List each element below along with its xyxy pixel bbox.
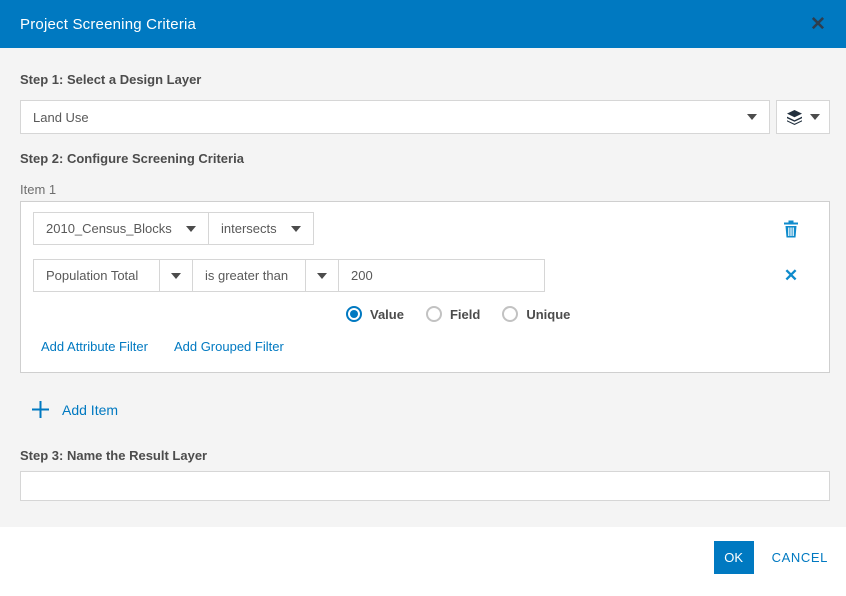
design-layer-select-value: Land Use [33, 109, 89, 125]
criteria-layer-select[interactable]: 2010_Census_Blocks [33, 212, 209, 245]
remove-filter-button[interactable]: ✕ [781, 266, 801, 286]
add-item-button[interactable]: Add Item [20, 400, 830, 419]
criteria-layer-select-value: 2010_Census_Blocks [46, 221, 172, 236]
value-type-radio-group: Value Field Unique [33, 306, 817, 322]
result-layer-name-input[interactable] [20, 471, 830, 501]
attribute-field-select-arrow[interactable] [159, 259, 193, 292]
project-screening-criteria-dialog: Project Screening Criteria ✕ Step 1: Sel… [0, 0, 846, 596]
radio-field[interactable]: Field [425, 306, 481, 322]
radio-unique-label: Unique [526, 306, 571, 322]
operator-select-value: intersects [221, 221, 277, 236]
filter-links-row: Add Attribute Filter Add Grouped Filter [33, 339, 817, 354]
radio-unique[interactable]: Unique [502, 306, 570, 322]
close-icon[interactable]: ✕ [806, 12, 830, 36]
step1-heading: Step 1: Select a Design Layer [20, 72, 202, 87]
radio-value[interactable]: Value [346, 306, 404, 322]
criteria-row-attribute: Population Total is greater than ✕ [33, 259, 817, 292]
condition-select-arrow[interactable] [305, 259, 339, 292]
item-label: Item 1 [20, 182, 57, 197]
condition-select-value: is greater than [192, 259, 305, 292]
radio-circle [502, 306, 519, 322]
radio-field-label: Field [449, 306, 481, 322]
dialog-content: Step 1: Select a Design Layer Land Use S… [0, 48, 846, 527]
ok-button[interactable]: OK [713, 541, 754, 574]
chevron-down-icon [291, 225, 301, 232]
condition-select[interactable]: is greater than [192, 259, 339, 292]
radio-circle [425, 306, 442, 322]
dialog-footer: OK CANCEL [0, 527, 846, 596]
radio-circle [346, 306, 362, 322]
attribute-field-select[interactable]: Population Total [33, 259, 193, 292]
chevron-down-icon [317, 272, 327, 279]
remove-icon: ✕ [783, 266, 799, 285]
radio-value-label: Value [370, 306, 404, 322]
chevron-down-icon [747, 114, 757, 120]
dialog-header: Project Screening Criteria ✕ [0, 0, 846, 48]
delete-item-button[interactable] [781, 219, 801, 239]
step3-heading: Step 3: Name the Result Layer [20, 448, 208, 463]
add-item-label: Add Item [62, 401, 119, 418]
cancel-button[interactable]: CANCEL [772, 550, 828, 565]
add-attribute-filter-link[interactable]: Add Attribute Filter [41, 339, 148, 354]
chevron-down-icon [186, 225, 196, 232]
layers-icon [787, 109, 802, 125]
step1-row: Land Use [20, 100, 830, 134]
attribute-field-select-value: Population Total [33, 259, 159, 292]
operator-select[interactable]: intersects [208, 212, 314, 245]
add-grouped-filter-link[interactable]: Add Grouped Filter [174, 339, 284, 354]
design-layer-select[interactable]: Land Use [20, 100, 770, 134]
layer-options-button[interactable] [776, 100, 830, 134]
filter-value-input[interactable] [338, 259, 545, 292]
criteria-row-layer: 2010_Census_Blocks intersects [33, 212, 817, 245]
chevron-down-icon [171, 272, 181, 279]
step2-heading: Step 2: Configure Screening Criteria [20, 151, 244, 166]
trash-icon [784, 220, 798, 237]
chevron-down-icon [810, 114, 820, 120]
criteria-item-box: 2010_Census_Blocks intersects Population… [20, 201, 830, 373]
plus-icon [32, 401, 49, 418]
dialog-title: Project Screening Criteria [20, 15, 197, 33]
